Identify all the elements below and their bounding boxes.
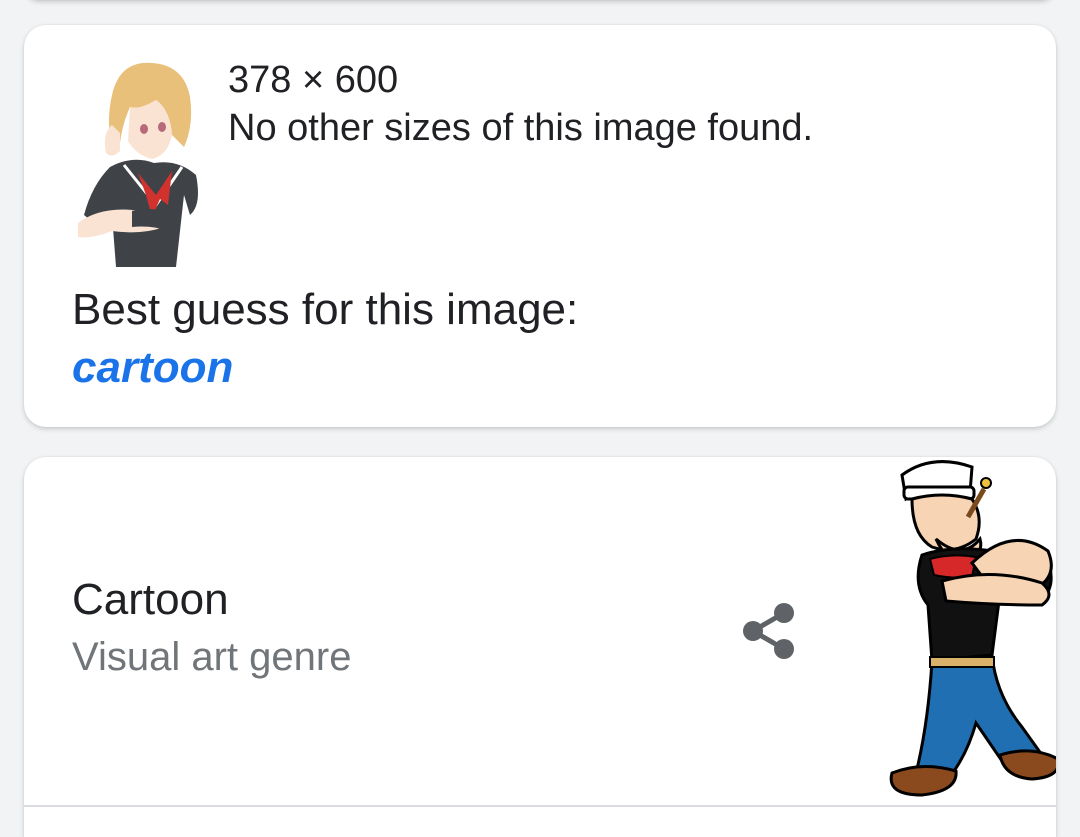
entity-title[interactable]: Cartoon — [72, 575, 229, 625]
image-info-card: 378 × 600 No other sizes of this image f… — [24, 25, 1056, 427]
share-button[interactable] — [732, 595, 804, 667]
divider — [24, 805, 1056, 807]
popeye-cartoon-image[interactable] — [872, 457, 1056, 807]
best-guess-link[interactable]: cartoon — [72, 343, 233, 393]
best-guess-label: Best guess for this image: — [72, 285, 579, 334]
image-dimensions: 378 × 600 — [228, 59, 399, 101]
entity-subtitle: Visual art genre — [72, 635, 352, 679]
anime-girl-thumbnail[interactable] — [72, 55, 204, 267]
entity-card[interactable]: Cartoon Visual art genre — [24, 457, 1056, 837]
share-icon — [743, 603, 794, 659]
other-sizes-text: No other sizes of this image found. — [228, 107, 814, 149]
